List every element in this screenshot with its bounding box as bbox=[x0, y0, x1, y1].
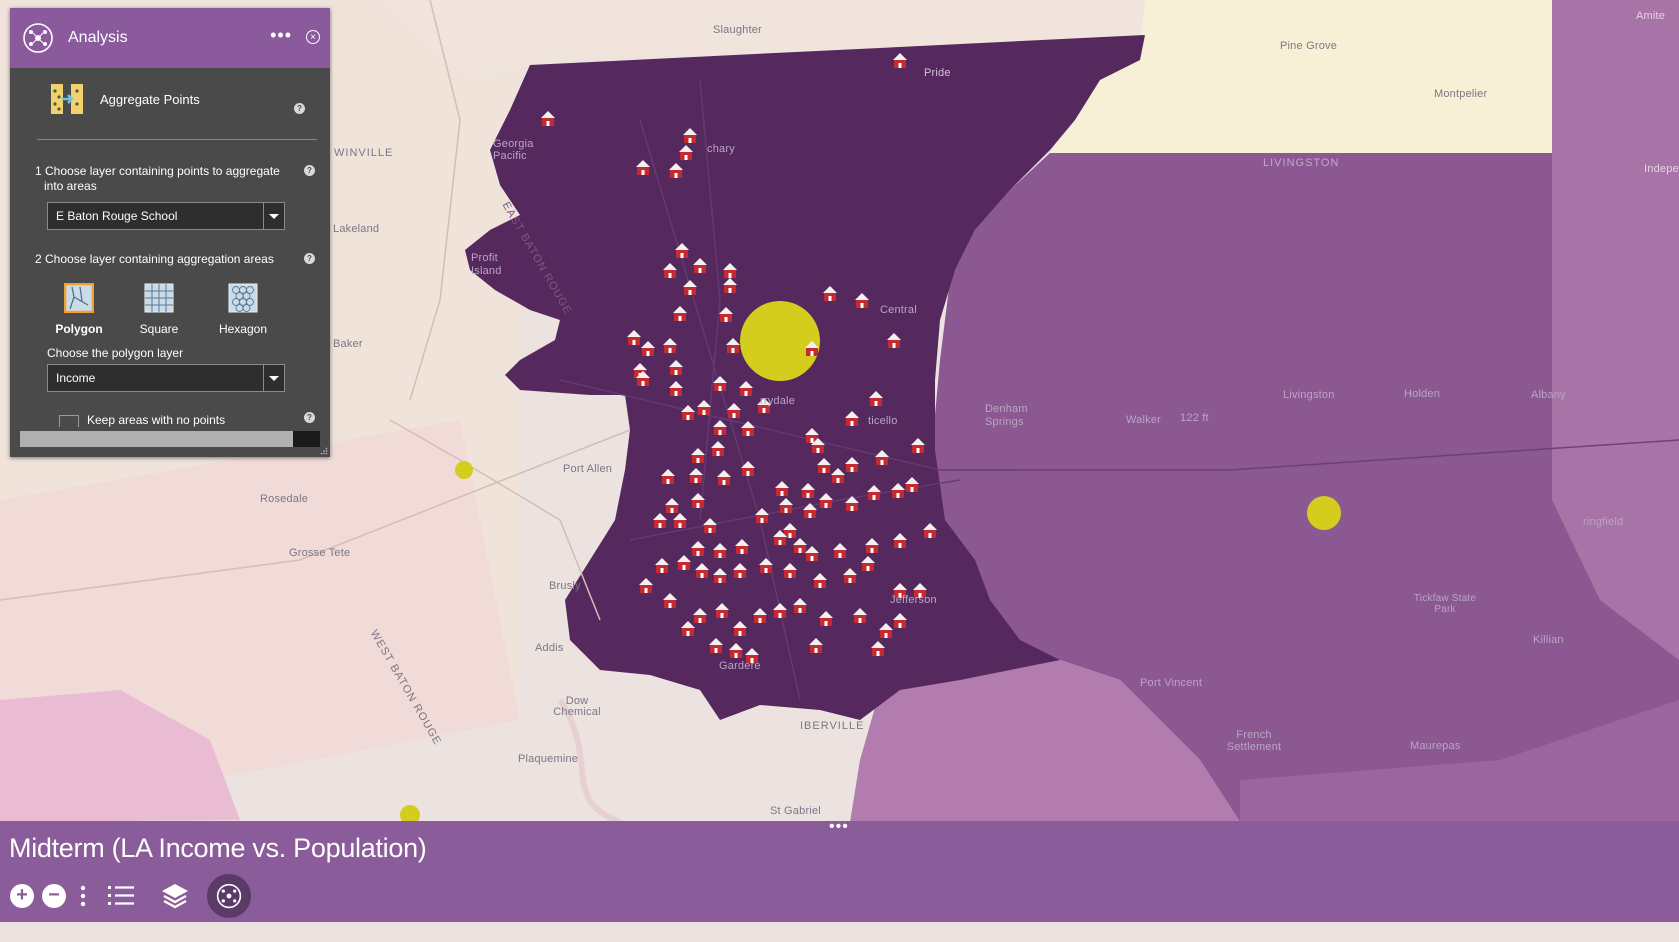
place-label: Pine Grove bbox=[1280, 40, 1338, 52]
step1-line2: into areas bbox=[44, 179, 97, 193]
place-label: St Gabriel bbox=[770, 805, 821, 817]
chevron-down-icon[interactable] bbox=[263, 203, 284, 229]
place-label: Grosse Tete bbox=[289, 547, 351, 559]
analysis-icon[interactable] bbox=[216, 883, 242, 909]
place-label: Killian bbox=[1533, 634, 1564, 646]
place-label: chary bbox=[707, 143, 735, 155]
place-label: Livingston bbox=[1283, 389, 1335, 401]
place-label: Dow Chemical bbox=[553, 695, 601, 718]
zoom-in-button[interactable]: + bbox=[10, 884, 34, 908]
hexagon-label: Hexagon bbox=[218, 322, 268, 336]
help-icon[interactable]: ? bbox=[304, 165, 315, 176]
place-label: Plaquemine bbox=[518, 753, 579, 765]
chevron-down-icon[interactable] bbox=[263, 365, 284, 391]
place-label: ticello bbox=[868, 415, 898, 427]
place-label: Port Vincent bbox=[1140, 677, 1203, 689]
polygon-layer-label: Choose the polygon layer bbox=[47, 346, 184, 360]
resize-grip-icon[interactable] bbox=[320, 447, 328, 455]
step1-label: 1 Choose layer containing points to aggr… bbox=[35, 164, 280, 194]
help-icon[interactable]: ? bbox=[304, 412, 315, 423]
square-option[interactable]: Square bbox=[124, 283, 194, 336]
drag-handle[interactable]: ••• bbox=[829, 819, 849, 835]
polygon-option[interactable]: Polygon bbox=[44, 282, 114, 336]
minus-icon: − bbox=[48, 884, 60, 906]
place-label: Holden bbox=[1404, 388, 1441, 400]
parish-label: IBERVILLE bbox=[800, 720, 865, 732]
polygon-layer-select[interactable]: Income bbox=[47, 364, 285, 392]
place-label: rrydale bbox=[760, 395, 796, 407]
step2-label: 2 Choose layer containing aggregation ar… bbox=[35, 252, 274, 266]
place-label: Slaughter bbox=[713, 24, 762, 36]
place-label: ringfield bbox=[1583, 516, 1624, 528]
keep-areas-label: Keep areas with no points bbox=[87, 413, 226, 427]
place-label: Albany bbox=[1531, 389, 1566, 401]
polygon-icon bbox=[63, 282, 95, 314]
panel-scrollbar[interactable] bbox=[20, 431, 320, 447]
help-icon[interactable]: ? bbox=[304, 253, 315, 264]
place-label: French Settlement bbox=[1226, 729, 1282, 753]
square-grid-icon bbox=[144, 283, 174, 313]
place-label: Rosedale bbox=[260, 493, 309, 505]
square-label: Square bbox=[139, 322, 179, 336]
place-label: Denham Springs bbox=[985, 403, 1028, 428]
parish-label: LIVINGSTON bbox=[1263, 157, 1340, 169]
place-label: Georgia Pacific bbox=[493, 138, 534, 162]
place-label: Profit Island bbox=[471, 252, 502, 277]
place-label: Brusly bbox=[549, 580, 581, 592]
help-icon[interactable]: ? bbox=[294, 103, 305, 114]
place-label: Gardere bbox=[719, 660, 761, 672]
place-label: Port Allen bbox=[563, 463, 613, 475]
more-options-button[interactable]: ••• bbox=[270, 26, 292, 44]
place-label: Central bbox=[880, 304, 917, 316]
point-symbol[interactable] bbox=[1307, 496, 1341, 530]
place-label: Montpelier bbox=[1434, 88, 1488, 100]
place-label: Baker bbox=[333, 338, 363, 350]
place-label: Lakeland bbox=[333, 223, 380, 235]
divider bbox=[37, 139, 317, 140]
place-label: Tickfaw State Park bbox=[1413, 593, 1477, 615]
place-label: Maurepas bbox=[1410, 740, 1461, 752]
list-icon[interactable] bbox=[107, 883, 135, 909]
point-symbol[interactable] bbox=[740, 301, 820, 381]
place-label: Pride bbox=[924, 67, 951, 79]
place-label: Indepe bbox=[1644, 163, 1679, 175]
plus-icon: + bbox=[16, 884, 28, 906]
polygon-layer-value: Income bbox=[56, 371, 96, 385]
parish-label: winville bbox=[334, 147, 394, 159]
zoom-out-button[interactable]: − bbox=[42, 884, 66, 908]
step1-line1: 1 Choose layer containing points to aggr… bbox=[35, 164, 280, 178]
layers-icon[interactable] bbox=[161, 882, 189, 910]
tool-name: Aggregate Points bbox=[100, 91, 200, 107]
polygon-label: Polygon bbox=[55, 322, 103, 336]
place-label: Addis bbox=[535, 642, 564, 654]
place-label: Amite bbox=[1636, 10, 1666, 22]
close-icon[interactable]: × bbox=[306, 30, 320, 44]
tool-header: Aggregate Points bbox=[50, 82, 200, 116]
hexagon-grid-icon bbox=[228, 283, 258, 313]
app-title: Midterm (LA Income vs. Population) bbox=[9, 833, 427, 863]
point-layer-value: E Baton Rouge School bbox=[56, 209, 178, 223]
keep-areas-row[interactable]: Keep areas with no points bbox=[59, 413, 225, 427]
keep-areas-checkbox[interactable] bbox=[59, 415, 79, 427]
panel-title: Analysis bbox=[68, 29, 128, 46]
point-layer-select[interactable]: E Baton Rouge School bbox=[47, 202, 285, 230]
scrollbar-thumb[interactable] bbox=[20, 431, 293, 447]
place-label: 122 ft bbox=[1180, 412, 1209, 424]
panel-header: Analysis ••• × bbox=[10, 8, 330, 68]
point-symbol[interactable] bbox=[455, 461, 473, 479]
aggregate-points-icon bbox=[51, 84, 83, 114]
place-label: Walker bbox=[1126, 414, 1162, 426]
analysis-panel: Analysis ••• × Aggregate Points ? 1 Choo… bbox=[10, 8, 330, 457]
hexagon-option[interactable]: Hexagon bbox=[208, 283, 278, 336]
analysis-icon bbox=[23, 23, 53, 53]
bottom-bar: ••• Midterm (LA Income vs. Population) bbox=[0, 819, 1679, 922]
vertical-dots-icon[interactable] bbox=[78, 884, 88, 908]
place-label: Jefferson bbox=[890, 594, 937, 606]
